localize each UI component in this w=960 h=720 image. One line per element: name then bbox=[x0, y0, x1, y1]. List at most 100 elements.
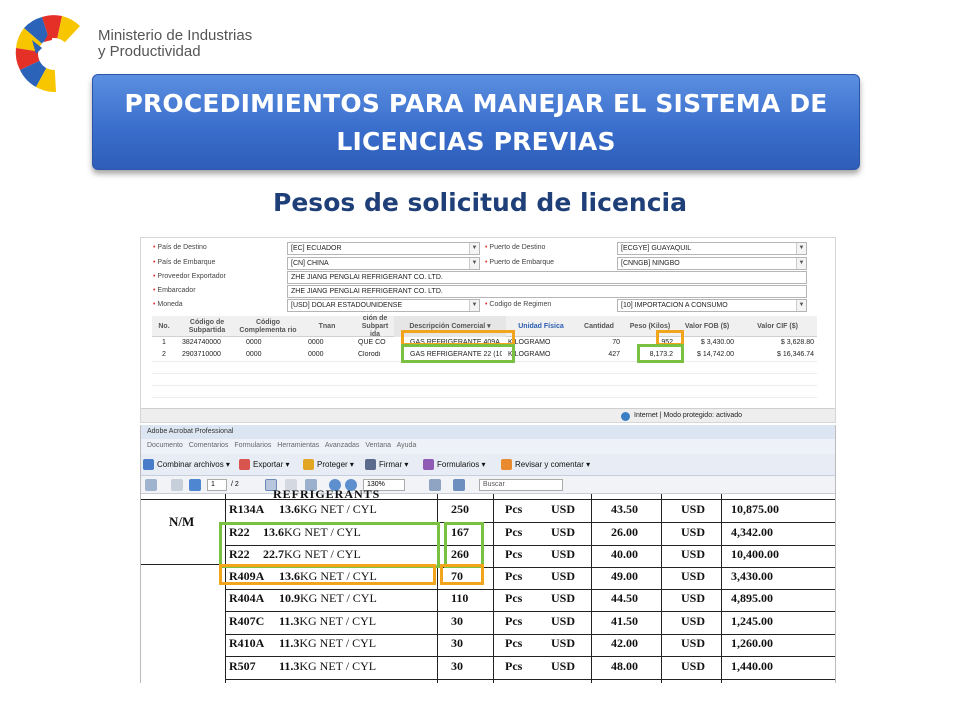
combinar-button[interactable]: Combinar archivos ▾ bbox=[143, 459, 230, 470]
scan-cell-price: 43.50 bbox=[611, 502, 638, 516]
highlight-r22-qty bbox=[444, 522, 484, 568]
chevron-down-icon[interactable]: ▼ bbox=[469, 300, 479, 311]
pais-destino-select[interactable]: [EC] ECUADOR ▼ bbox=[287, 242, 480, 255]
page-number: 1 bbox=[211, 481, 215, 488]
ministry-line1: Ministerio de Industrias bbox=[98, 27, 253, 44]
scan-cell-qty: 110 bbox=[451, 591, 469, 605]
scan-cell-currency: USD bbox=[681, 502, 706, 516]
fit-page-icon[interactable] bbox=[453, 479, 465, 491]
col-complementario[interactable]: Código Complementa rio bbox=[238, 316, 298, 337]
firmar-button[interactable]: Firmar ▾ bbox=[365, 459, 408, 470]
cell-subpartida: 3824740000 bbox=[182, 339, 221, 346]
scan-cell-price: 44.50 bbox=[611, 591, 638, 605]
field-label-moneda: • Moneda bbox=[153, 301, 183, 308]
pais-destino-value: [EC] ECUADOR bbox=[291, 245, 342, 252]
spec-unit: KG NET / CYL bbox=[299, 659, 377, 673]
acrobat-toolbar: Combinar archivos ▾ Exportar ▾ Proteger … bbox=[141, 454, 835, 476]
cell-cantidad: 70 bbox=[612, 339, 620, 346]
table-divider bbox=[141, 499, 835, 500]
spec-weight: 13.6 bbox=[279, 502, 300, 516]
col-desc-subpartida[interactable]: ción de Subpart ida bbox=[356, 315, 394, 338]
form-icon bbox=[423, 459, 434, 470]
scan-cell-currency: USD bbox=[551, 547, 576, 561]
page-total: / 2 bbox=[231, 481, 239, 488]
exportar-label: Exportar ▾ bbox=[253, 460, 290, 469]
puerto-destino-select[interactable]: [ECGYE] GUAYAQUIL ▼ bbox=[617, 242, 807, 255]
scan-cell-qty: 30 bbox=[451, 659, 463, 673]
scan-cell-price: 41.50 bbox=[611, 614, 638, 628]
col-unidad[interactable]: Unidad Física bbox=[508, 316, 574, 337]
scan-cell-price: 26.00 bbox=[611, 525, 638, 539]
field-label-text: País de Embarque bbox=[157, 259, 216, 266]
chevron-down-icon[interactable]: ▼ bbox=[796, 258, 806, 269]
scan-cell-unit: Pcs bbox=[505, 659, 523, 673]
field-label-regimen: • Codigo de Regimen bbox=[485, 301, 552, 308]
scan-cell-total: 4,895.00 bbox=[731, 591, 773, 605]
grid-divider bbox=[152, 397, 817, 398]
embarcador-field[interactable]: ZHE JIANG PENGLAI REFRIGERANT CO. LTD. bbox=[287, 285, 807, 298]
ie-status-text: Internet | Modo protegido: activado bbox=[634, 412, 743, 419]
col-cif[interactable]: Valor CIF ($) bbox=[738, 316, 817, 337]
col-cantidad[interactable]: Cantidad bbox=[574, 316, 624, 337]
menu-documento[interactable]: Documento bbox=[147, 442, 183, 449]
spec-weight: 11.3 bbox=[279, 636, 300, 650]
chevron-down-icon[interactable]: ▼ bbox=[796, 300, 806, 311]
acrobat-nav-bar: 1 / 2 130% Buscar bbox=[141, 476, 835, 494]
form-row-embarcador: • Embarcador ZHE JIANG PENGLAI REFRIGERA… bbox=[141, 285, 835, 298]
formularios-button[interactable]: Formularios ▾ bbox=[423, 459, 485, 470]
menu-avanzadas[interactable]: Avanzadas bbox=[325, 442, 360, 449]
firmar-label: Firmar ▾ bbox=[379, 460, 409, 469]
moneda-select[interactable]: [USD] DOLAR ESTADOUNIDENSE ▼ bbox=[287, 299, 480, 312]
spec-unit: KG NET / CYL bbox=[299, 614, 377, 628]
scan-cell-code: R507 bbox=[229, 659, 256, 673]
search-placeholder: Buscar bbox=[483, 481, 505, 488]
field-label-text: Codigo de Regimen bbox=[489, 301, 552, 308]
revisar-button[interactable]: Revisar y comentar ▾ bbox=[501, 459, 590, 470]
scan-cell-currency: USD bbox=[551, 525, 576, 539]
regimen-select[interactable]: [10] IMPORTACION A CONSUMO ▼ bbox=[617, 299, 807, 312]
scan-cell-price: 40.00 bbox=[611, 547, 638, 561]
pais-embarque-select[interactable]: [CN] CHINA ▼ bbox=[287, 257, 480, 270]
comment-icon bbox=[501, 459, 512, 470]
puerto-embarque-select[interactable]: [CNNGB] NINGBO ▼ bbox=[617, 257, 807, 270]
ministry-logo-icon bbox=[15, 15, 80, 92]
menu-comentarios[interactable]: Comentarios bbox=[189, 442, 229, 449]
lock-icon bbox=[303, 459, 314, 470]
search-input[interactable]: Buscar bbox=[479, 479, 563, 491]
scan-cell-code: R134A bbox=[229, 502, 265, 516]
field-label-pais-destino: • País de Destino bbox=[153, 244, 207, 251]
moneda-value: [USD] DOLAR ESTADOUNIDENSE bbox=[291, 302, 403, 309]
col-no[interactable]: No. bbox=[152, 316, 176, 337]
save-icon[interactable] bbox=[429, 479, 441, 491]
col-fob[interactable]: Valor FOB ($) bbox=[676, 316, 738, 337]
proveedor-field[interactable]: ZHE JIANG PENGLAI REFRIGERANT CO. LTD. bbox=[287, 271, 807, 284]
banner-line2: LICENCIAS PREVIAS bbox=[336, 127, 616, 156]
field-label-puerto-embarque: • Puerto de Embarque bbox=[485, 259, 555, 266]
chevron-down-icon[interactable]: ▼ bbox=[796, 243, 806, 254]
scan-cell-code: R407C bbox=[229, 614, 265, 628]
scan-cell-currency: USD bbox=[681, 614, 706, 628]
table-divider bbox=[141, 564, 225, 565]
next-page-icon[interactable] bbox=[189, 479, 201, 491]
chevron-down-icon[interactable]: ▼ bbox=[469, 243, 479, 254]
menu-formularios[interactable]: Formularios bbox=[234, 442, 271, 449]
proteger-button[interactable]: Proteger ▾ bbox=[303, 459, 354, 470]
menu-herramientas[interactable]: Herramientas bbox=[277, 442, 319, 449]
chevron-down-icon[interactable]: ▼ bbox=[469, 258, 479, 269]
print-icon[interactable] bbox=[145, 479, 157, 491]
col-subpartida[interactable]: Código de Subpartida bbox=[176, 316, 238, 337]
exportar-button[interactable]: Exportar ▾ bbox=[239, 459, 289, 470]
page-subtitle: Pesos de solicitud de licencia bbox=[273, 188, 687, 217]
field-label-puerto-destino: • Puerto de Destino bbox=[485, 244, 546, 251]
formularios-label: Formularios ▾ bbox=[437, 460, 486, 469]
prev-page-icon[interactable] bbox=[171, 479, 183, 491]
scan-cell-total: 10,875.00 bbox=[731, 502, 779, 516]
form-row-proveedor: • Proveedor Exportador ZHE JIANG PENGLAI… bbox=[141, 271, 835, 284]
scan-cell-qty: 30 bbox=[451, 614, 463, 628]
page-number-input[interactable]: 1 bbox=[207, 479, 227, 491]
globe-icon bbox=[621, 412, 630, 421]
scan-cell-unit: Pcs bbox=[505, 547, 523, 561]
col-tnan[interactable]: Tnan bbox=[298, 316, 356, 337]
menu-ayuda[interactable]: Ayuda bbox=[397, 442, 417, 449]
menu-ventana[interactable]: Ventana bbox=[365, 442, 391, 449]
